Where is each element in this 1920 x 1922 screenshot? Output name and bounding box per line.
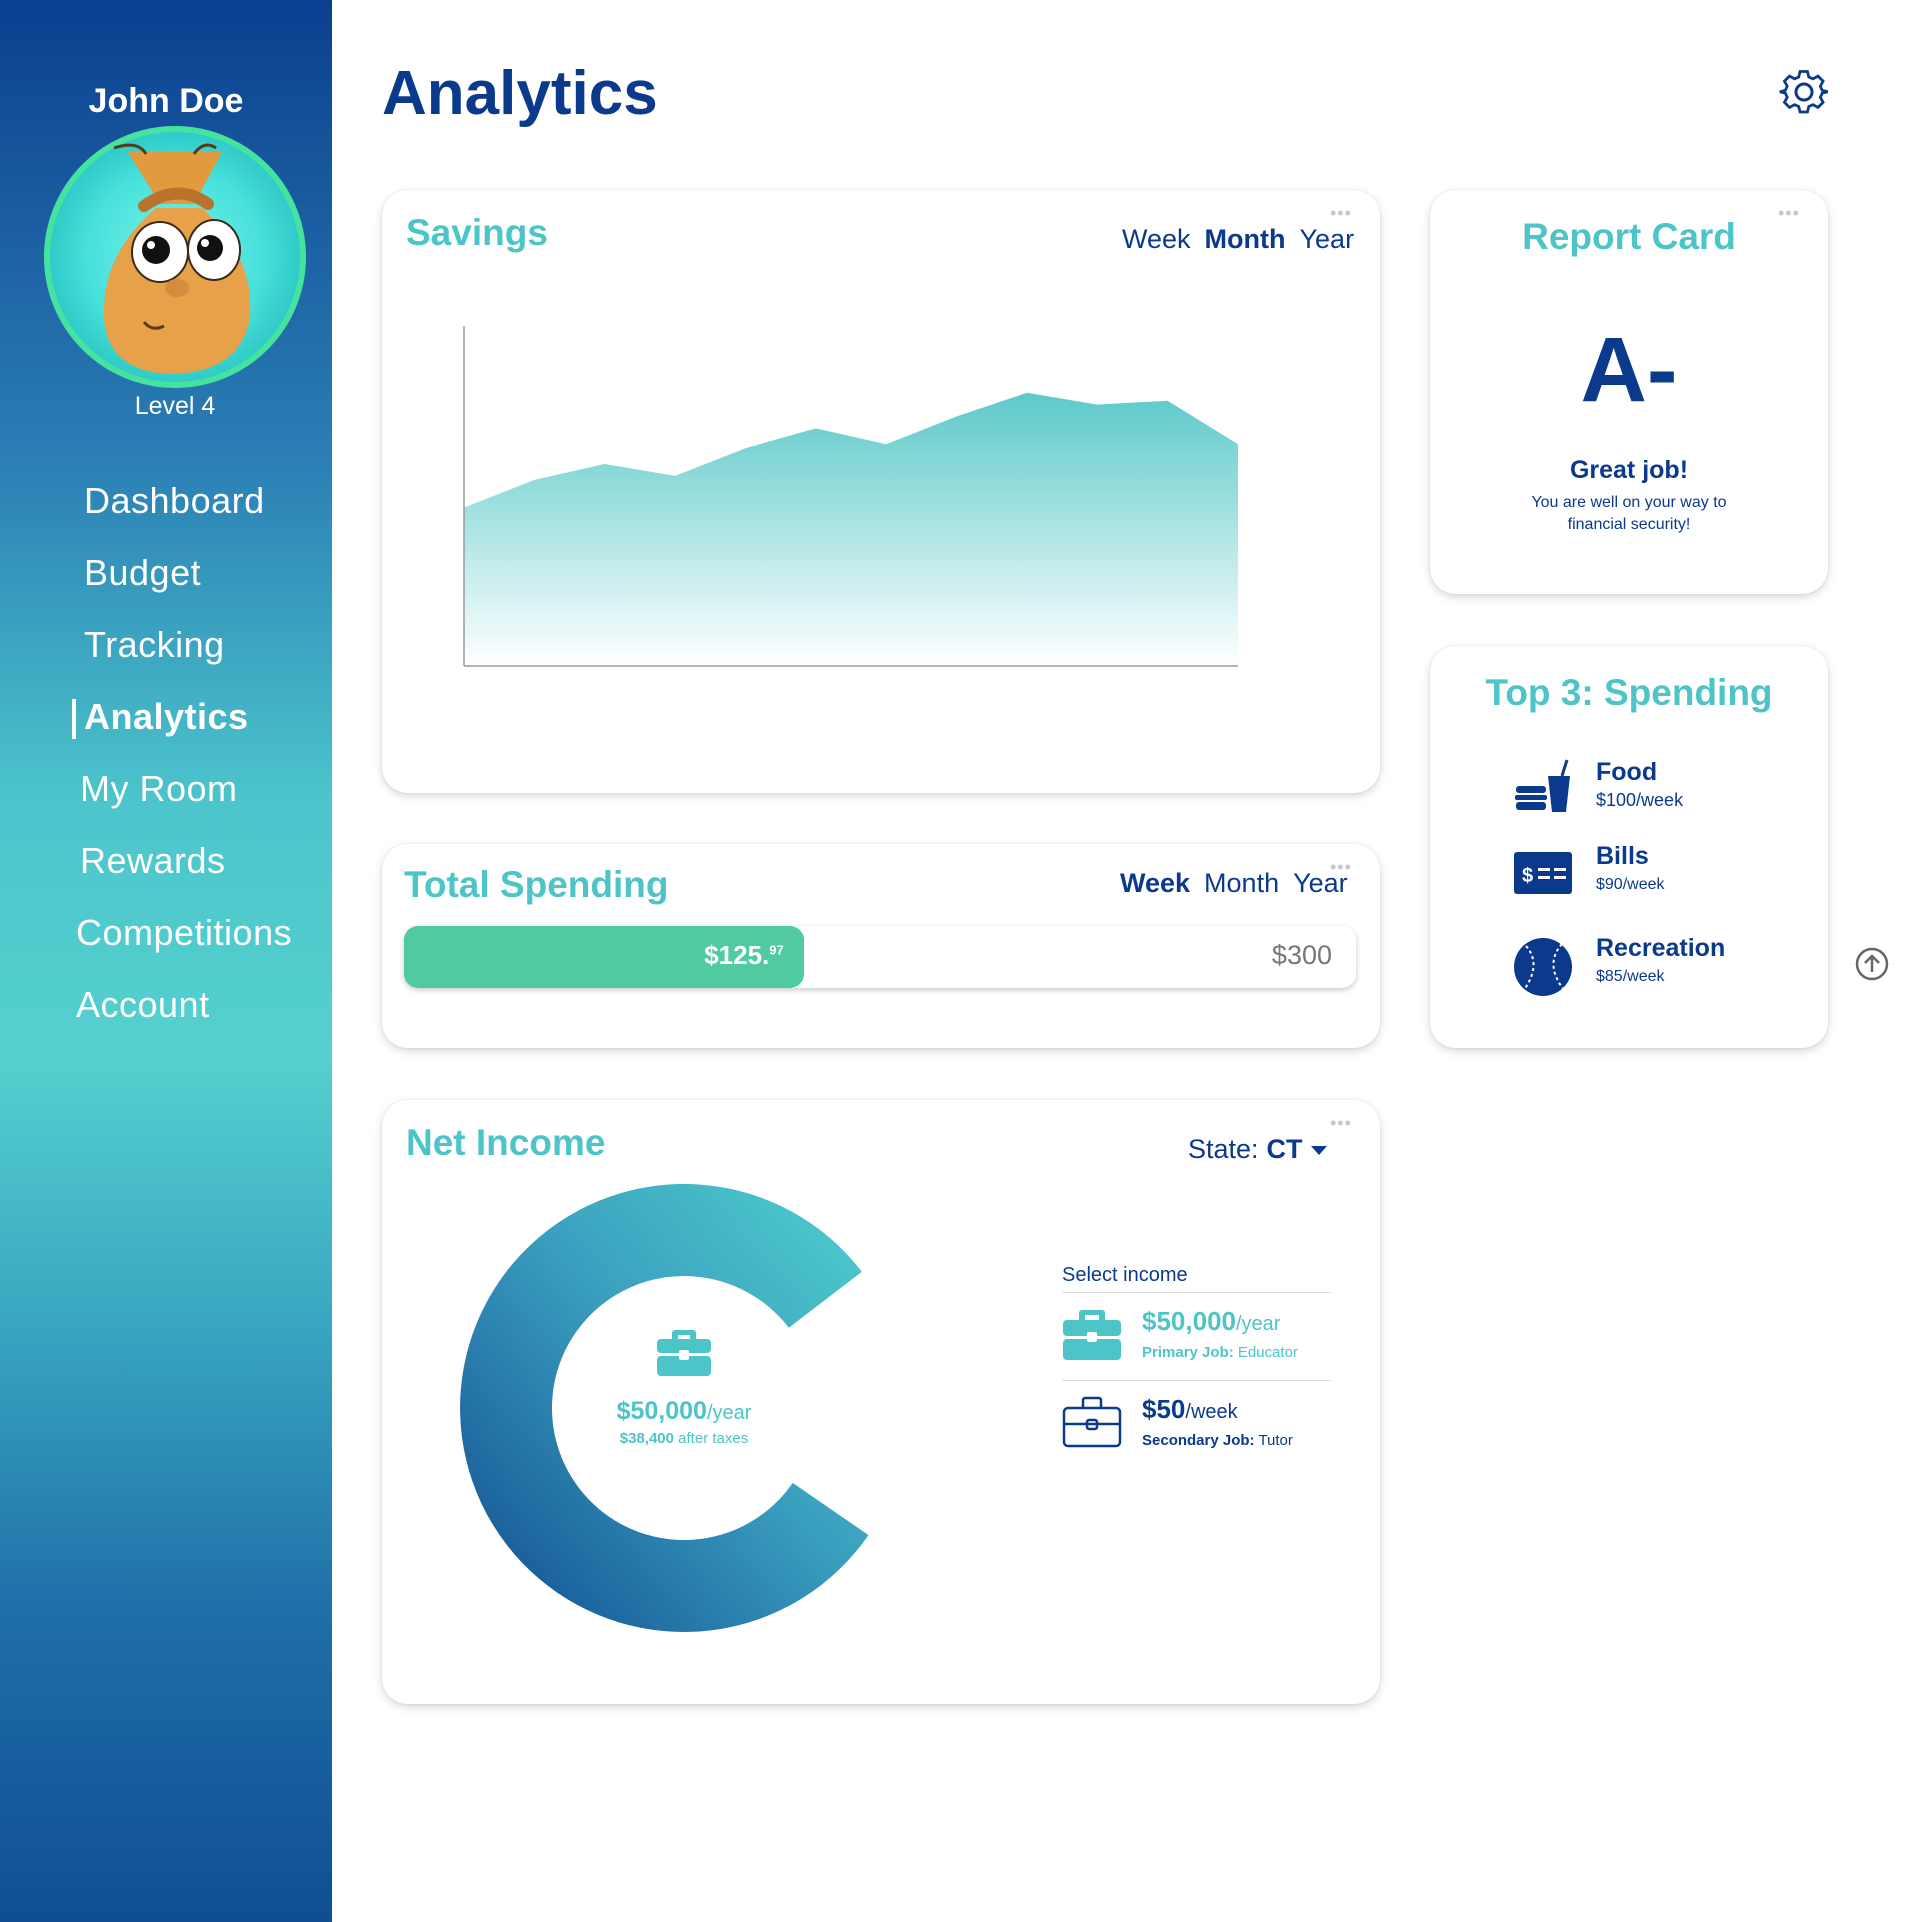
page-title: Analytics xyxy=(382,59,658,128)
svg-text:$: $ xyxy=(1522,865,1533,887)
report-grade: A- xyxy=(1580,319,1678,421)
savings-chart xyxy=(463,326,1238,667)
primary-income-amount: $50,000/year xyxy=(1142,1306,1281,1336)
spending-limit: $300 xyxy=(1271,940,1332,970)
secondary-income-amount: $50/week xyxy=(1142,1394,1238,1424)
income-source-secondary[interactable]: $50/week Secondary Job: Tutor xyxy=(1062,1394,1342,1472)
spending-progress-fill: $125.97 xyxy=(404,926,804,988)
scroll-up-icon[interactable] xyxy=(1854,946,1890,982)
select-income-label: Select income xyxy=(1062,1264,1188,1286)
spending-progress-track: $125.97 $300 xyxy=(404,926,1356,988)
report-message: You are well on your way to financial se… xyxy=(1531,494,1727,533)
active-nav-indicator xyxy=(72,699,76,739)
spending-title: Total Spending xyxy=(404,864,669,905)
top3-food-amount: $100/week xyxy=(1596,790,1684,810)
briefcase-icon xyxy=(657,1330,711,1376)
savings-card: ••• Savings Week Month Year xyxy=(382,190,1380,793)
top-spending-card: Top 3: Spending Food $100/week $ Bills $… xyxy=(1430,646,1828,1048)
briefcase-outline-icon xyxy=(1062,1396,1122,1448)
total-spending-card: ••• Total Spending Week Month Year $125.97… xyxy=(382,844,1380,1048)
top3-item-bills[interactable]: $ Bills $90/week xyxy=(1512,842,1812,906)
spending-period-year[interactable]: Year xyxy=(1293,868,1348,898)
top3-item-food[interactable]: Food $100/week xyxy=(1512,758,1812,822)
top3-bills-amount: $90/week xyxy=(1596,876,1665,893)
divider xyxy=(1062,1292,1332,1293)
sidebar: John Doe Level 4 Dashboard Budget Tracki… xyxy=(0,0,332,1922)
top3-item-recreation[interactable]: Recreation $85/week xyxy=(1512,934,1812,998)
income-center-amount: $50,000/year xyxy=(616,1397,752,1425)
nav-tracking[interactable]: Tracking xyxy=(84,624,225,666)
spent-amount: $125.97 xyxy=(704,940,784,970)
baseball-icon xyxy=(1514,938,1572,996)
top3-bills-name: Bills xyxy=(1596,842,1649,870)
secondary-income-job: Secondary Job: Tutor xyxy=(1142,1432,1293,1449)
user-name: John Doe xyxy=(88,82,244,120)
spending-period-week[interactable]: Week xyxy=(1120,868,1190,898)
report-title: Report Card xyxy=(1522,216,1736,257)
bill-icon: $ xyxy=(1514,852,1572,894)
income-source-primary[interactable]: $50,000/year Primary Job: Educator xyxy=(1062,1306,1342,1384)
spending-period-toggle: Week Month Year xyxy=(1106,868,1348,899)
top3-food-name: Food xyxy=(1596,758,1658,786)
nav-budget[interactable]: Budget xyxy=(84,552,201,594)
nav-competitions[interactable]: Competitions xyxy=(76,912,292,954)
income-after-taxes: $38,400 after taxes xyxy=(619,1430,749,1447)
nav-analytics[interactable]: Analytics xyxy=(84,696,249,738)
top3-recreation-amount: $85/week xyxy=(1596,968,1665,985)
user-level: Level 4 xyxy=(134,392,216,420)
briefcase-filled-icon xyxy=(1063,1310,1121,1360)
net-income-card: ••• Net Income State: CT $50,000/year $38… xyxy=(382,1100,1380,1704)
nav-account[interactable]: Account xyxy=(76,984,210,1026)
report-headline: Great job! xyxy=(1569,456,1689,484)
savings-area xyxy=(464,392,1238,666)
gear-icon[interactable] xyxy=(1778,66,1830,118)
top3-title: Top 3: Spending xyxy=(1485,672,1773,713)
top3-recreation-name: Recreation xyxy=(1596,934,1726,962)
nav-my-room[interactable]: My Room xyxy=(80,768,238,810)
donut-center: $50,000/year $38,400 after taxes xyxy=(554,1326,814,1447)
nav-dashboard[interactable]: Dashboard xyxy=(84,480,265,522)
divider xyxy=(1062,1380,1332,1381)
spending-period-month[interactable]: Month xyxy=(1204,868,1279,898)
nav-rewards[interactable]: Rewards xyxy=(80,840,226,882)
primary-income-job: Primary Job: Educator xyxy=(1142,1344,1298,1361)
avatar[interactable] xyxy=(44,126,306,388)
report-card: ••• Report Card A- Great job! You are we… xyxy=(1430,190,1828,594)
food-icon xyxy=(1515,759,1570,812)
